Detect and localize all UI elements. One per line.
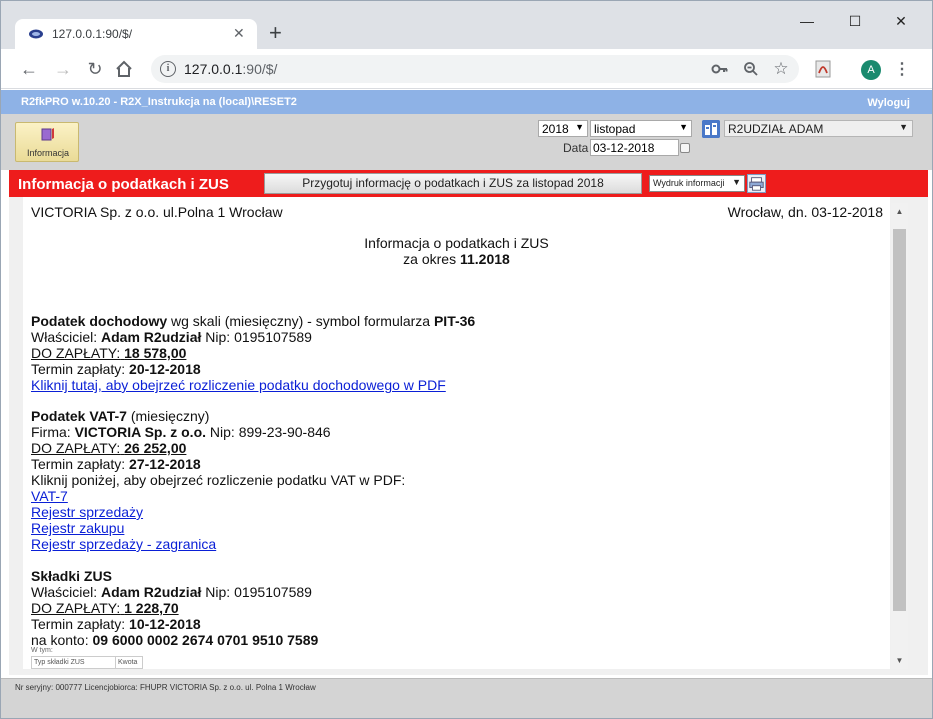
information-button-label: Informacja — [26, 148, 70, 158]
date-checkbox[interactable] — [680, 143, 690, 153]
zus-title: Składki ZUS — [31, 568, 112, 584]
tab-close-icon[interactable]: ✕ — [233, 25, 245, 42]
information-icon — [41, 128, 54, 141]
month-select[interactable]: listopad ▼ — [590, 120, 692, 137]
document-period: za okres 11.2018 — [403, 251, 510, 267]
scrollbar-thumb[interactable] — [893, 229, 906, 611]
chevron-down-icon: ▼ — [899, 122, 908, 132]
scroll-down-icon[interactable]: ▼ — [891, 652, 908, 669]
pit-pdf-link[interactable]: Kliknij tutaj, aby obejrzeć rozliczenie … — [31, 377, 446, 393]
browser-window: 127.0.0.1:90/$/ ✕ + — ☐ ✕ ← → ↻ i 127.0.… — [0, 0, 933, 719]
pit-amount: 18 578,00 — [124, 345, 187, 361]
forward-icon[interactable]: → — [51, 57, 75, 81]
foreign-sales-register-link[interactable]: Rejestr sprzedaży - zagranica — [31, 536, 216, 552]
sales-register-link[interactable]: Rejestr sprzedaży — [31, 504, 143, 520]
print-type-select[interactable]: Wydruk informacji ▼ — [649, 175, 745, 192]
reload-icon[interactable]: ↻ — [83, 57, 107, 81]
printer-icon[interactable] — [747, 174, 766, 193]
information-button[interactable]: Informacja — [15, 122, 79, 162]
chevron-down-icon: ▼ — [679, 122, 688, 132]
zus-due-line: Termin zapłaty: 10-12-2018 — [31, 616, 201, 632]
pdf-extension-icon[interactable] — [815, 60, 831, 78]
zus-breakdown-table: Typ składki ZUS Kwota — [31, 656, 143, 669]
close-window-icon[interactable]: ✕ — [891, 13, 911, 30]
zus-col-type: Typ składki ZUS — [32, 657, 116, 668]
zus-amount-line: DO ZAPŁATY: 1 228,70 — [31, 600, 179, 616]
department-select[interactable]: R2UDZIAŁ ADAM ▼ — [724, 120, 913, 137]
vat7-link[interactable]: VAT-7 — [31, 488, 68, 504]
purchase-register-link[interactable]: Rejestr zakupu — [31, 520, 124, 536]
year-select[interactable]: 2018 ▼ — [538, 120, 588, 137]
license-info: Nr seryjny: 000777 Licencjobiorca: FHUPR… — [15, 683, 316, 692]
chevron-down-icon: ▼ — [732, 177, 741, 187]
vat-hint: Kliknij poniżej, aby obejrzeć rozliczeni… — [31, 472, 406, 488]
maximize-icon[interactable]: ☐ — [845, 13, 865, 30]
place-date: Wrocław, dn. 03-12-2018 — [727, 204, 883, 220]
vat-amount-line: DO ZAPŁATY: 26 252,00 — [31, 440, 187, 456]
content-area: VICTORIA Sp. z o.o. ul.Polna 1 Wrocław W… — [9, 197, 928, 675]
zus-breakdown-label: W tym: — [31, 647, 53, 654]
vat-due-line: Termin zapłaty: 27-12-2018 — [31, 456, 201, 472]
zus-account-line: na konto: 09 6000 0002 2674 0701 9510 75… — [31, 632, 319, 648]
department-icon[interactable] — [702, 120, 720, 138]
section-header-bar: Informacja o podatkach i ZUS Przygotuj i… — [9, 170, 928, 197]
app-title: R2fkPRO w.10.20 - R2X_Instrukcja na (loc… — [21, 96, 297, 108]
scroll-up-icon[interactable]: ▲ — [891, 203, 908, 220]
vat-firm-line: Firma: VICTORIA Sp. z o.o. Nip: 899-23-9… — [31, 424, 331, 440]
zus-amount: 1 228,70 — [124, 600, 179, 616]
site-info-icon[interactable]: i — [160, 61, 176, 77]
vat-title-line: Podatek VAT-7 (miesięczny) — [31, 408, 210, 424]
date-label: Data — [563, 141, 589, 155]
browser-toolbar: ← → ↻ i 127.0.0.1:90/$/ ☆ A ⋮ — [1, 49, 932, 89]
app-toolbar: Informacja 2018 ▼ listopad ▼ Data 03-12-20… — [1, 114, 932, 170]
chevron-down-icon: ▼ — [575, 122, 584, 132]
document-heading: Informacja o podatkach i ZUS — [364, 235, 549, 251]
info-document: VICTORIA Sp. z o.o. ul.Polna 1 Wrocław W… — [23, 197, 890, 669]
zus-owner-line: Właściciel: Adam R2udział Nip: 019510758… — [31, 584, 312, 600]
company-address: VICTORIA Sp. z o.o. ul.Polna 1 Wrocław — [31, 204, 283, 220]
section-title: Informacja o podatkach i ZUS — [18, 176, 229, 193]
vat-amount: 26 252,00 — [124, 440, 187, 456]
url-text: 127.0.0.1:90/$/ — [184, 61, 278, 77]
home-icon[interactable] — [114, 59, 134, 79]
menu-kebab-icon[interactable]: ⋮ — [894, 59, 910, 79]
pit-amount-line: DO ZAPŁATY: 18 578,00 — [31, 345, 187, 361]
pit-due-line: Termin zapłaty: 20-12-2018 — [31, 361, 201, 377]
profile-avatar[interactable]: A — [861, 60, 881, 80]
minimize-icon[interactable]: — — [797, 13, 817, 29]
zoom-icon[interactable] — [741, 61, 761, 77]
date-input[interactable]: 03-12-2018 — [590, 139, 679, 156]
tab-strip: 127.0.0.1:90/$/ ✕ + — ☐ ✕ — [1, 1, 932, 49]
tab-title: 127.0.0.1:90/$/ — [52, 27, 133, 41]
back-icon[interactable]: ← — [17, 57, 41, 81]
content-scrollbar[interactable]: ▲ ▼ — [891, 203, 908, 669]
prepare-info-button[interactable]: Przygotuj informację o podatkach i ZUS z… — [264, 173, 642, 194]
new-tab-icon[interactable]: + — [269, 21, 282, 45]
site-favicon-icon — [29, 29, 43, 39]
app-header: R2fkPRO w.10.20 - R2X_Instrukcja na (loc… — [1, 90, 932, 114]
pit-title-line: Podatek dochodowy wg skali (miesięczny) … — [31, 313, 476, 329]
status-bar: Nr seryjny: 000777 Licencjobiorca: FHUPR… — [1, 678, 932, 718]
pit-owner-line: Właściciel: Adam R2udział Nip: 019510758… — [31, 329, 312, 345]
logout-link[interactable]: Wyloguj — [867, 97, 910, 109]
browser-tab[interactable]: 127.0.0.1:90/$/ ✕ — [15, 19, 257, 49]
zus-col-amount: Kwota — [118, 659, 138, 666]
key-icon[interactable] — [710, 62, 730, 76]
address-bar[interactable]: i 127.0.0.1:90/$/ ☆ — [151, 55, 799, 83]
bookmark-star-icon[interactable]: ☆ — [771, 59, 791, 79]
